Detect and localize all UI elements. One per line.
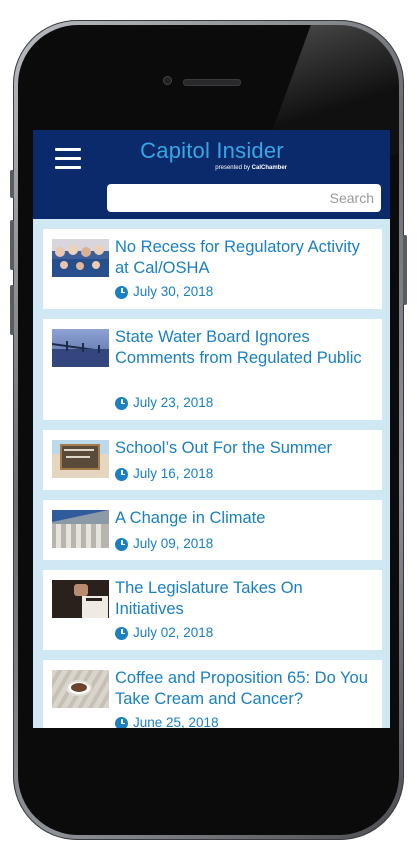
article-thumbnail	[52, 440, 109, 478]
volume-up-button	[10, 220, 14, 270]
volume-button	[10, 170, 14, 198]
article-thumbnail	[52, 510, 109, 548]
article-date: July 23, 2018	[115, 395, 213, 411]
app-subtitle: presented by CalChamber	[215, 165, 287, 171]
article-card[interactable]: State Water Board Ignores Comments from …	[43, 319, 382, 420]
article-card[interactable]: No Recess for Regulatory Activity at Cal…	[43, 229, 382, 309]
hamburger-menu-icon[interactable]	[55, 148, 81, 170]
power-button	[403, 235, 407, 305]
article-card[interactable]: Coffee and Proposition 65: Do You Take C…	[43, 660, 382, 728]
clock-icon	[115, 537, 128, 551]
article-date: July 30, 2018	[115, 284, 213, 300]
clock-icon	[115, 285, 128, 299]
search-box[interactable]	[107, 184, 381, 212]
earpiece-speaker	[183, 79, 241, 86]
article-card[interactable]: The Legislature Takes On Initiatives Jul…	[43, 570, 382, 650]
article-date: July 16, 2018	[115, 466, 213, 482]
article-card[interactable]: A Change in Climate July 09, 2018	[43, 500, 382, 560]
article-title: Coffee and Proposition 65: Do You Take C…	[115, 669, 368, 708]
article-date: July 02, 2018	[115, 625, 213, 641]
clock-icon	[115, 716, 128, 728]
clock-icon	[115, 467, 128, 481]
article-thumbnail	[52, 329, 109, 367]
volume-down-button	[10, 285, 14, 335]
clock-icon	[115, 396, 128, 410]
search-input[interactable]	[107, 184, 381, 212]
article-date: June 25, 2018	[115, 715, 219, 728]
article-title: No Recess for Regulatory Activity at Cal…	[115, 238, 360, 277]
article-date: July 09, 2018	[115, 536, 213, 552]
article-card[interactable]: School’s Out For the Summer July 16, 201…	[43, 430, 382, 490]
article-thumbnail	[52, 670, 109, 708]
front-camera	[163, 76, 172, 85]
app-title: Capitol Insider	[140, 138, 284, 163]
app-screen: Capitol Insider presented by CalChamber …	[33, 130, 390, 728]
app-header: Capitol Insider presented by CalChamber	[33, 130, 390, 219]
article-list: No Recess for Regulatory Activity at Cal…	[33, 219, 390, 728]
article-thumbnail	[52, 580, 109, 618]
article-title: The Legislature Takes On Initiatives	[115, 579, 303, 618]
article-title: A Change in Climate	[115, 509, 266, 527]
clock-icon	[115, 626, 128, 640]
app-logo: Capitol Insider presented by CalChamber	[137, 138, 287, 172]
article-title: State Water Board Ignores Comments from …	[115, 328, 362, 367]
article-title: School’s Out For the Summer	[115, 439, 333, 457]
article-thumbnail	[52, 239, 109, 277]
